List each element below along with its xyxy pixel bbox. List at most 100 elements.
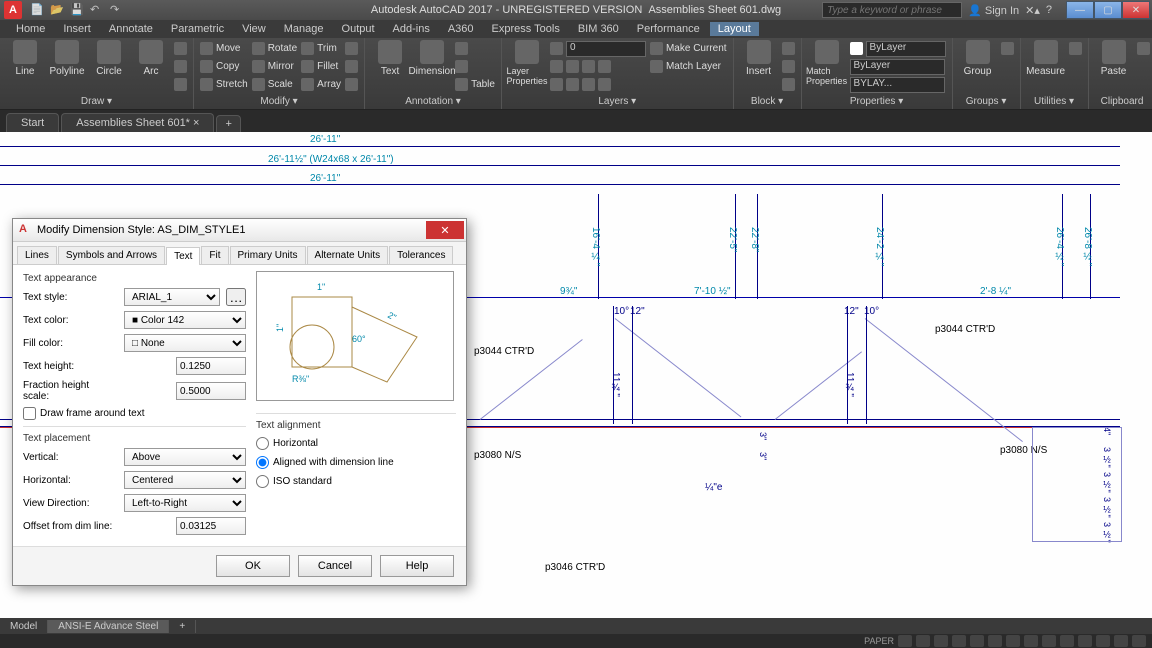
- view-direction-select[interactable]: Left-to-Right: [124, 494, 246, 512]
- group-button[interactable]: Group: [959, 40, 997, 77]
- layer-icons[interactable]: [550, 58, 646, 75]
- mirror-button[interactable]: Mirror: [252, 58, 297, 75]
- tab-home[interactable]: Home: [8, 22, 53, 36]
- panel-label[interactable]: Annotation ▾: [371, 95, 495, 107]
- app-logo[interactable]: A: [4, 1, 22, 19]
- tab-symbols[interactable]: Symbols and Arrows: [58, 246, 165, 264]
- tab-manage[interactable]: Manage: [276, 22, 332, 36]
- dimension-button[interactable]: Dimension: [413, 40, 451, 77]
- exchange-icon[interactable]: ✕▴: [1025, 4, 1040, 17]
- layout-tab[interactable]: ANSI-E Advance Steel: [48, 620, 169, 633]
- tab-addins[interactable]: Add-ins: [385, 22, 438, 36]
- qat-redo-icon[interactable]: ↷: [110, 3, 124, 17]
- layer-icons-2[interactable]: [550, 76, 646, 93]
- ok-button[interactable]: OK: [216, 555, 290, 577]
- layer-properties-button[interactable]: Layer Properties: [508, 40, 546, 86]
- tab-layout[interactable]: Layout: [710, 22, 759, 36]
- copy-button[interactable]: Copy: [200, 58, 248, 75]
- status-icon[interactable]: [1132, 635, 1146, 647]
- group-misc[interactable]: [1001, 40, 1014, 57]
- qat-undo-icon[interactable]: ↶: [90, 3, 104, 17]
- text-height-input[interactable]: [176, 357, 246, 375]
- tab-performance[interactable]: Performance: [629, 22, 708, 36]
- polyline-button[interactable]: Polyline: [48, 40, 86, 77]
- array-button[interactable]: Array: [301, 76, 341, 93]
- status-icon[interactable]: [952, 635, 966, 647]
- panel-label[interactable]: Groups ▾: [959, 95, 1014, 107]
- fill-color-select[interactable]: □ None: [124, 334, 246, 352]
- tab-bim360[interactable]: BIM 360: [570, 22, 627, 36]
- status-icon[interactable]: [1114, 635, 1128, 647]
- trim-button[interactable]: Trim: [301, 40, 341, 57]
- line-button[interactable]: Line: [6, 40, 44, 77]
- tab-tolerances[interactable]: Tolerances: [389, 246, 453, 264]
- status-icon[interactable]: [970, 635, 984, 647]
- status-icon[interactable]: [988, 635, 1002, 647]
- help-button[interactable]: Help: [380, 555, 454, 577]
- modify-misc-1[interactable]: [345, 40, 358, 57]
- sign-in-button[interactable]: 👤 Sign In: [968, 4, 1019, 17]
- tab-start[interactable]: Start: [6, 113, 59, 132]
- panel-label[interactable]: Layers ▾: [508, 95, 727, 107]
- fillet-button[interactable]: Fillet: [301, 58, 341, 75]
- block-misc-1[interactable]: [782, 40, 795, 57]
- stretch-button[interactable]: Stretch: [200, 76, 248, 93]
- align-iso-radio[interactable]: [256, 475, 269, 488]
- tab-text[interactable]: Text: [166, 247, 200, 265]
- table-button[interactable]: Table: [455, 76, 495, 93]
- dialog-close-button[interactable]: ✕: [426, 221, 464, 239]
- fraction-height-input[interactable]: [176, 382, 246, 400]
- tab-parametric[interactable]: Parametric: [163, 22, 232, 36]
- tab-lines[interactable]: Lines: [17, 246, 57, 264]
- qat-open-icon[interactable]: 📂: [50, 3, 64, 17]
- offset-input[interactable]: [176, 517, 246, 535]
- tab-close-icon[interactable]: ×: [193, 117, 199, 129]
- status-icon[interactable]: [1060, 635, 1074, 647]
- text-style-select[interactable]: ARIAL_1: [124, 288, 220, 306]
- move-button[interactable]: Move: [200, 40, 248, 57]
- tab-alternate[interactable]: Alternate Units: [307, 246, 389, 264]
- make-current-button[interactable]: Make Current: [650, 40, 727, 57]
- tab-new[interactable]: +: [216, 115, 240, 132]
- draw-misc-3[interactable]: [174, 76, 187, 93]
- tab-insert[interactable]: Insert: [55, 22, 99, 36]
- help-icon[interactable]: ?: [1046, 4, 1052, 16]
- align-horizontal-radio[interactable]: [256, 437, 269, 450]
- status-icon[interactable]: [1006, 635, 1020, 647]
- measure-button[interactable]: Measure: [1027, 40, 1065, 77]
- tab-annotate[interactable]: Annotate: [101, 22, 161, 36]
- panel-label[interactable]: Draw ▾: [6, 95, 187, 107]
- draw-misc-2[interactable]: [174, 58, 187, 75]
- match-layer-button[interactable]: Match Layer: [650, 58, 727, 75]
- space-indicator[interactable]: PAPER: [864, 636, 894, 646]
- layer-combo-row[interactable]: 0: [550, 40, 646, 57]
- status-icon[interactable]: [1096, 635, 1110, 647]
- block-misc-2[interactable]: [782, 58, 795, 75]
- util-misc[interactable]: [1069, 40, 1082, 57]
- tab-express[interactable]: Express Tools: [484, 22, 568, 36]
- status-icon[interactable]: [898, 635, 912, 647]
- help-search-input[interactable]: [822, 2, 962, 18]
- anno-misc-1[interactable]: [455, 40, 495, 57]
- scale-button[interactable]: Scale: [252, 76, 297, 93]
- status-icon[interactable]: [1078, 635, 1092, 647]
- rotate-button[interactable]: Rotate: [252, 40, 297, 57]
- vertical-select[interactable]: Above: [124, 448, 246, 466]
- tab-a360[interactable]: A360: [440, 22, 482, 36]
- panel-label[interactable]: Modify ▾: [200, 95, 358, 107]
- tab-fit[interactable]: Fit: [201, 246, 228, 264]
- modify-misc-2[interactable]: [345, 58, 358, 75]
- qat-save-icon[interactable]: 💾: [70, 3, 84, 17]
- tab-view[interactable]: View: [234, 22, 274, 36]
- text-style-browse[interactable]: …: [226, 288, 246, 306]
- linetype-combo[interactable]: BYLAY...: [850, 76, 946, 93]
- tab-primary[interactable]: Primary Units: [230, 246, 306, 264]
- qat-new-icon[interactable]: 📄: [30, 3, 44, 17]
- panel-label[interactable]: Properties ▾: [808, 95, 946, 107]
- anno-misc-2[interactable]: [455, 58, 495, 75]
- status-icon[interactable]: [1024, 635, 1038, 647]
- status-icon[interactable]: [934, 635, 948, 647]
- draw-misc-1[interactable]: [174, 40, 187, 57]
- paste-button[interactable]: Paste: [1095, 40, 1133, 77]
- status-icon[interactable]: [916, 635, 930, 647]
